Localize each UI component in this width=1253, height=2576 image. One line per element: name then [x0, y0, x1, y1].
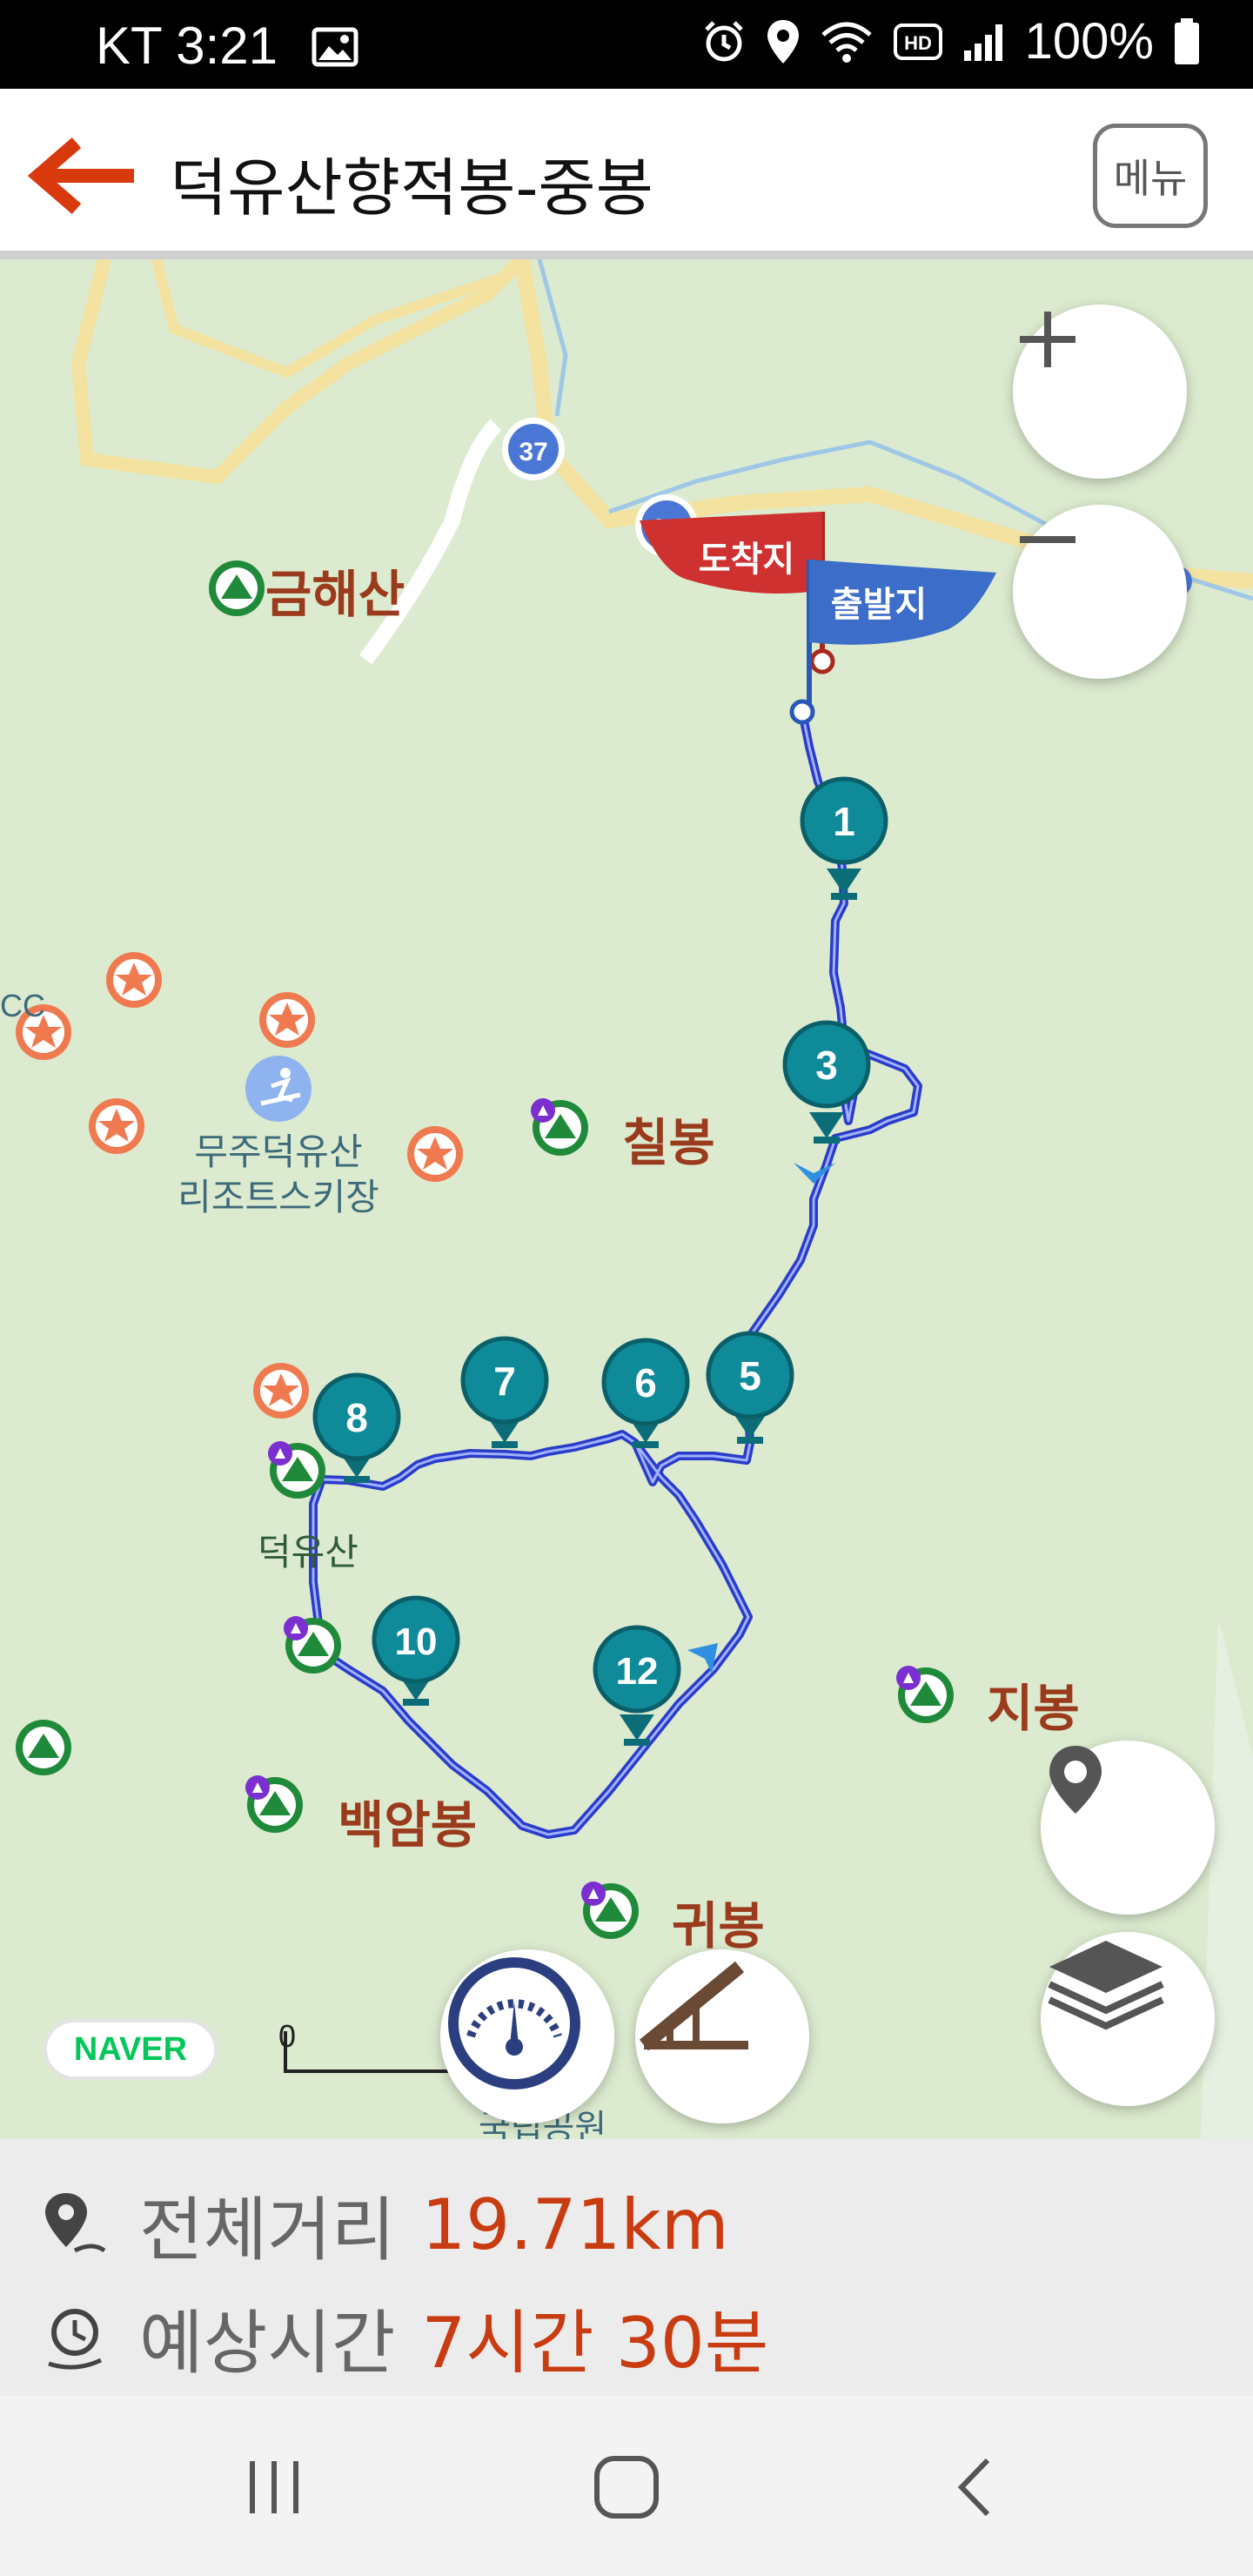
- time-label: 예상시간: [139, 2303, 396, 2384]
- recent-apps-icon[interactable]: [244, 2457, 305, 2518]
- svg-text:5: 5: [739, 1353, 761, 1399]
- svg-text:3: 3: [815, 1043, 838, 1088]
- back-arrow-icon[interactable]: [26, 132, 139, 219]
- image-icon: [312, 27, 358, 67]
- minus-icon: [1020, 536, 1075, 543]
- place-label-baegambong: 백암봉: [338, 1795, 478, 1855]
- zoom-out-button[interactable]: [1013, 505, 1187, 679]
- place-label-chilbong: 칠봉: [622, 1113, 715, 1172]
- road-shield: 37: [502, 418, 565, 480]
- svg-text:6: 6: [634, 1360, 657, 1405]
- location-pin-icon: [1049, 1746, 1102, 1814]
- svg-text:1: 1: [833, 799, 855, 844]
- distance-label: 전체거리: [139, 2190, 396, 2271]
- status-carrier-time: KT 3:21: [96, 16, 358, 76]
- signal-icon: [963, 23, 1002, 61]
- waypoint-marker[interactable]: 12: [593, 1625, 681, 1746]
- mountain-icon: [245, 1775, 303, 1833]
- naver-logo: NAVER: [44, 2019, 218, 2080]
- ski-resort-icon: [245, 1056, 312, 1122]
- status-icons: HD 100%: [701, 12, 1201, 70]
- svg-text:8: 8: [345, 1395, 368, 1440]
- battery-text: 100%: [1024, 13, 1154, 70]
- departure-flag: 출발지: [789, 560, 996, 725]
- route-summary-panel: 전체거리 19.71km 예상시간 7시간 30분: [0, 2139, 1253, 2396]
- zoom-in-button[interactable]: [1013, 305, 1187, 479]
- waypoint-marker[interactable]: 8: [312, 1372, 401, 1483]
- attraction-star-icon: [106, 952, 162, 1008]
- mountain-icon: [896, 1666, 954, 1723]
- scale-bar: [284, 2031, 452, 2073]
- status-bar: KT 3:21 HD 100%: [0, 0, 1253, 89]
- route-distance-icon: [45, 2193, 106, 2253]
- mountain-icon: [531, 1098, 588, 1156]
- distance-row: 전체거리 19.71km: [40, 2174, 729, 2275]
- layers-icon: [1048, 1941, 1164, 2030]
- place-label-jibong: 지봉: [987, 1679, 1080, 1738]
- map-view[interactable]: 37 37 도착지 출발지 1: [0, 259, 1253, 2139]
- clock-route-icon: [48, 2309, 103, 2370]
- wifi-icon: [821, 22, 872, 63]
- time-value: 7시간 30분: [421, 2303, 769, 2384]
- waypoint-marker[interactable]: 5: [706, 1331, 794, 1444]
- map-layers-button[interactable]: [1041, 1932, 1215, 2106]
- svg-text:도착지: 도착지: [699, 540, 794, 580]
- map-area: [1201, 1617, 1253, 2139]
- home-icon[interactable]: [592, 2455, 661, 2519]
- svg-text:출발지: 출발지: [831, 585, 927, 625]
- attraction-star-icon: [407, 1126, 463, 1182]
- attraction-star-icon: [259, 992, 315, 1048]
- partial-cc-label: CC: [0, 988, 45, 1023]
- waypoint-marker[interactable]: 3: [782, 1020, 871, 1144]
- elevation-profile-button[interactable]: [635, 1949, 809, 2123]
- back-nav-icon[interactable]: [953, 2455, 996, 2519]
- app-header: 덕유산향적봉-중봉 메뉴: [0, 89, 1253, 259]
- speedometer-icon: [448, 1957, 580, 2090]
- time-row: 예상시간 7시간 30분: [40, 2287, 768, 2388]
- hd-icon: HD: [893, 23, 942, 60]
- attraction-star-icon: [89, 1098, 144, 1154]
- mountain-icon: [268, 1441, 325, 1499]
- arrival-flag: 도착지: [640, 512, 835, 674]
- svg-text:HD: HD: [904, 32, 932, 54]
- attraction-star-icon: [253, 1363, 309, 1419]
- elevation-slope-icon: [639, 1961, 748, 2051]
- mountain-icon: [581, 1882, 639, 1939]
- waypoint-marker[interactable]: 1: [800, 776, 888, 900]
- mountain-icon: [284, 1616, 341, 1674]
- system-nav-bar: [0, 2396, 1253, 2576]
- place-label-geumhaesan: 금해산: [265, 565, 405, 624]
- svg-text:12: 12: [616, 1650, 659, 1693]
- svg-text:10: 10: [395, 1620, 438, 1663]
- menu-button[interactable]: 메뉴: [1093, 124, 1208, 228]
- waypoint-marker[interactable]: 7: [460, 1336, 549, 1448]
- mountain-icon: [16, 1720, 71, 1775]
- location-icon: [767, 19, 799, 64]
- plus-icon: [1020, 312, 1075, 367]
- battery-icon: [1175, 17, 1199, 64]
- current-location-button[interactable]: [1041, 1741, 1215, 1915]
- place-label-deogyusan: 덕유산: [258, 1531, 358, 1573]
- place-label-resort: 무주덕유산 리조트스키장: [178, 1130, 379, 1218]
- mountain-icon: [209, 560, 265, 616]
- distance-value: 19.71km: [421, 2184, 729, 2265]
- svg-text:7: 7: [493, 1358, 516, 1404]
- svg-text:37: 37: [519, 438, 547, 466]
- speedometer-button[interactable]: [440, 1949, 614, 2123]
- place-label-gwibong: 귀봉: [672, 1896, 765, 1955]
- direction-arrow-icon: [794, 1163, 835, 1184]
- page-title: 덕유산향적봉-중봉: [170, 151, 653, 225]
- scale-zero-label: 0: [278, 2018, 296, 2054]
- alarm-icon: [704, 20, 743, 61]
